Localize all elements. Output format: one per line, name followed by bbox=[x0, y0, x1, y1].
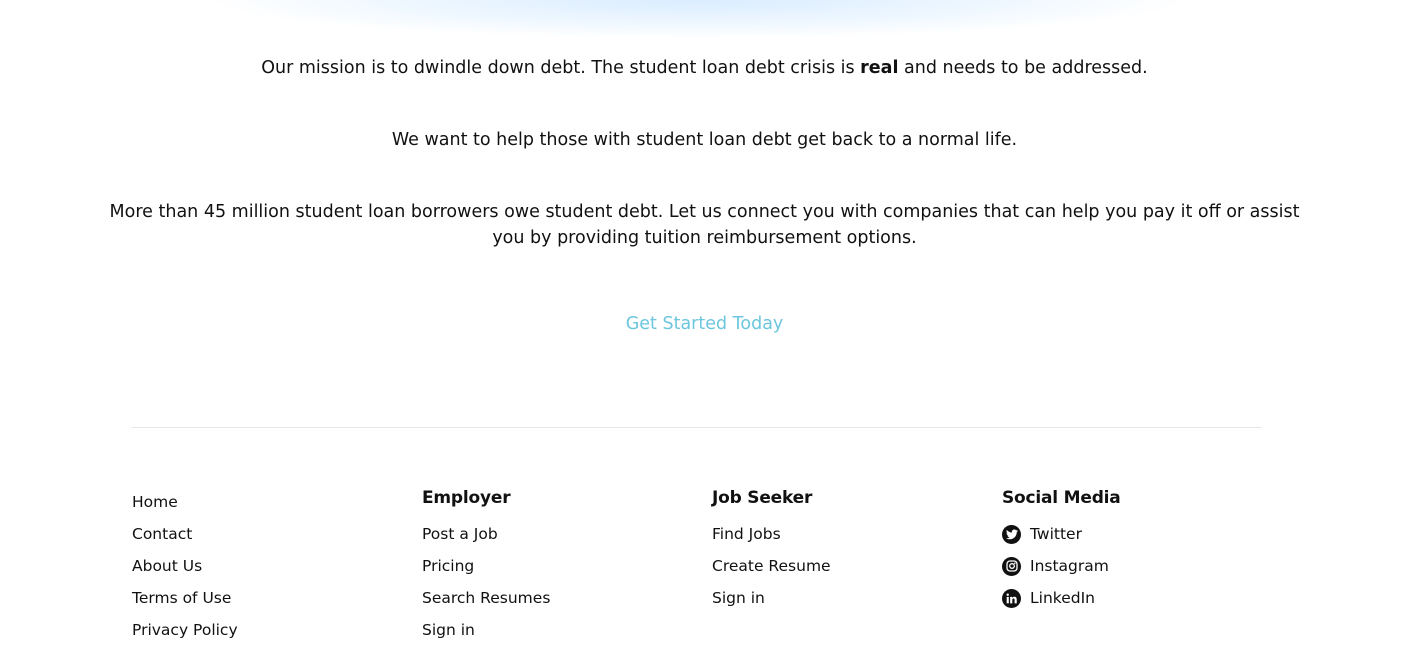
twitter-label: Twitter bbox=[1030, 525, 1082, 543]
instagram-icon bbox=[1002, 556, 1021, 576]
footer-link-create-resume[interactable]: Create Resume bbox=[712, 550, 972, 582]
job-seeker-heading: Job Seeker bbox=[712, 488, 813, 508]
footer-link-search-resumes[interactable]: Search Resumes bbox=[422, 582, 682, 614]
footer-social-column: Social Media Twitter Instagram LinkedIn bbox=[1002, 486, 1262, 614]
footer-link-post-a-job[interactable]: Post a Job bbox=[422, 518, 682, 550]
footer-link-job-seeker-sign-in[interactable]: Sign in bbox=[712, 582, 972, 614]
get-started-container: Get Started Today bbox=[0, 311, 1409, 337]
mission-text-start: Our mission is to dwindle down debt. The… bbox=[261, 58, 861, 78]
footer-link-twitter[interactable]: Twitter bbox=[1002, 518, 1262, 550]
footer-link-pricing[interactable]: Pricing bbox=[422, 550, 682, 582]
footer-link-find-jobs[interactable]: Find Jobs bbox=[712, 518, 972, 550]
footer-link-privacy-policy[interactable]: Privacy Policy bbox=[132, 614, 392, 646]
footer-link-home[interactable]: Home bbox=[132, 486, 392, 518]
mission-details-line-2: you by providing tuition reimbursement o… bbox=[492, 228, 917, 248]
footer-general-column: Home Contact About Us Terms of Use Priva… bbox=[132, 486, 392, 646]
mission-details: More than 45 million student loan borrow… bbox=[0, 199, 1409, 251]
mission-text-end: and needs to be addressed. bbox=[898, 58, 1148, 78]
mission-details-line-1: More than 45 million student loan borrow… bbox=[109, 202, 1300, 222]
footer-employer-column: Employer Post a Job Pricing Search Resum… bbox=[422, 486, 682, 646]
twitter-icon bbox=[1002, 524, 1021, 544]
footer-divider bbox=[132, 427, 1262, 428]
social-media-heading: Social Media bbox=[1002, 488, 1121, 508]
footer-link-linkedin[interactable]: LinkedIn bbox=[1002, 582, 1262, 614]
instagram-label: Instagram bbox=[1030, 557, 1109, 575]
linkedin-icon bbox=[1002, 588, 1021, 608]
footer-link-employer-sign-in[interactable]: Sign in bbox=[422, 614, 682, 646]
mission-goal: We want to help those with student loan … bbox=[391, 130, 1018, 150]
header-glow bbox=[215, 0, 1180, 38]
get-started-link[interactable]: Get Started Today bbox=[626, 314, 784, 334]
footer-link-contact[interactable]: Contact bbox=[132, 518, 392, 550]
mission-emphasis: real bbox=[860, 58, 899, 78]
employer-heading: Employer bbox=[422, 488, 511, 508]
mission-statement: Our mission is to dwindle down debt. The… bbox=[0, 55, 1409, 81]
footer-link-about-us[interactable]: About Us bbox=[132, 550, 392, 582]
footer-link-instagram[interactable]: Instagram bbox=[1002, 550, 1262, 582]
footer-job-seeker-column: Job Seeker Find Jobs Create Resume Sign … bbox=[712, 486, 972, 614]
footer-link-terms-of-use[interactable]: Terms of Use bbox=[132, 582, 392, 614]
linkedin-label: LinkedIn bbox=[1030, 589, 1095, 607]
